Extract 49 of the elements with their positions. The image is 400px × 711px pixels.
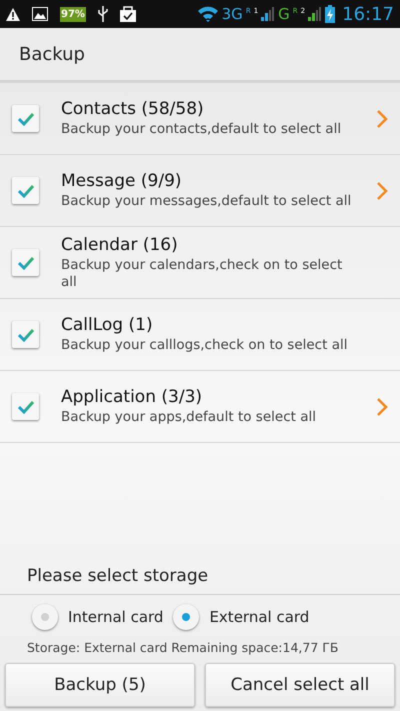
storage-option[interactable]: External card [173,604,310,630]
checkmark-icon [18,328,34,342]
clock-time: 16:17 [342,4,394,24]
item-description: Backup your calendars,check on to select all [61,256,344,290]
checkmark-icon [18,256,34,270]
checkbox[interactable] [12,249,39,276]
backup-item[interactable]: Calendar (16) Backup your calendars,check on to select all [0,227,400,299]
item-description: Backup your messages,default to select all [61,193,352,210]
item-title: Application (3/3) [61,387,204,407]
network-type: G [278,5,290,23]
backup-item[interactable]: Contacts (58/58) Backup your contacts,default to select all [0,83,400,155]
backup-item[interactable]: Application (3/3) Backup your apps,default to select all [0,371,400,443]
item-title: Message (9/9) [61,171,183,191]
item-description: Backup your calllogs,check on to select all [61,337,348,354]
checkmark-icon [18,400,34,414]
signal-icon [261,7,276,21]
action-button[interactable]: Cancel select all [205,663,395,707]
battery-charging-icon [325,5,336,23]
signal-icon [308,7,322,21]
backup-item[interactable]: CallLog (1) Backup your calllogs,check on to select all [0,299,400,371]
item-title: Calendar (16) [61,234,179,254]
radio-button[interactable] [32,604,58,630]
shopping-bag-icon [120,6,136,22]
network-type: 3G [222,5,243,23]
backup-item[interactable]: Message (9/9) Backup your messages,default to select all [0,155,400,227]
chevron-right-icon[interactable] [376,180,388,200]
chevron-right-icon[interactable] [376,396,388,416]
item-description: Backup your contacts,default to select all [61,121,342,138]
checkmark-icon [18,112,34,126]
action-button[interactable]: Backup (5) [5,663,195,707]
item-title: CallLog (1) [61,315,154,335]
item-title: Contacts (58/58) [61,99,205,119]
warning-icon [6,8,20,20]
usb-icon [98,6,108,22]
checkbox[interactable] [12,177,39,204]
checkbox[interactable] [12,393,39,420]
radio-button[interactable] [173,604,200,630]
storage-option[interactable]: Internal card [32,604,164,630]
battery-percent: 97% [60,6,86,22]
wifi-icon [196,6,219,22]
checkmark-icon [18,184,34,198]
storage-info: Storage: External card Remaining space:14,77 ГБ [26,639,340,657]
screen-title: Backup [0,28,400,83]
section-heading: Please select storage [0,566,400,595]
chevron-right-icon[interactable] [376,108,388,128]
item-description: Backup your apps,default to select all [61,409,317,426]
image-icon [32,7,48,21]
checkbox[interactable] [12,105,39,132]
checkbox[interactable] [12,321,39,348]
